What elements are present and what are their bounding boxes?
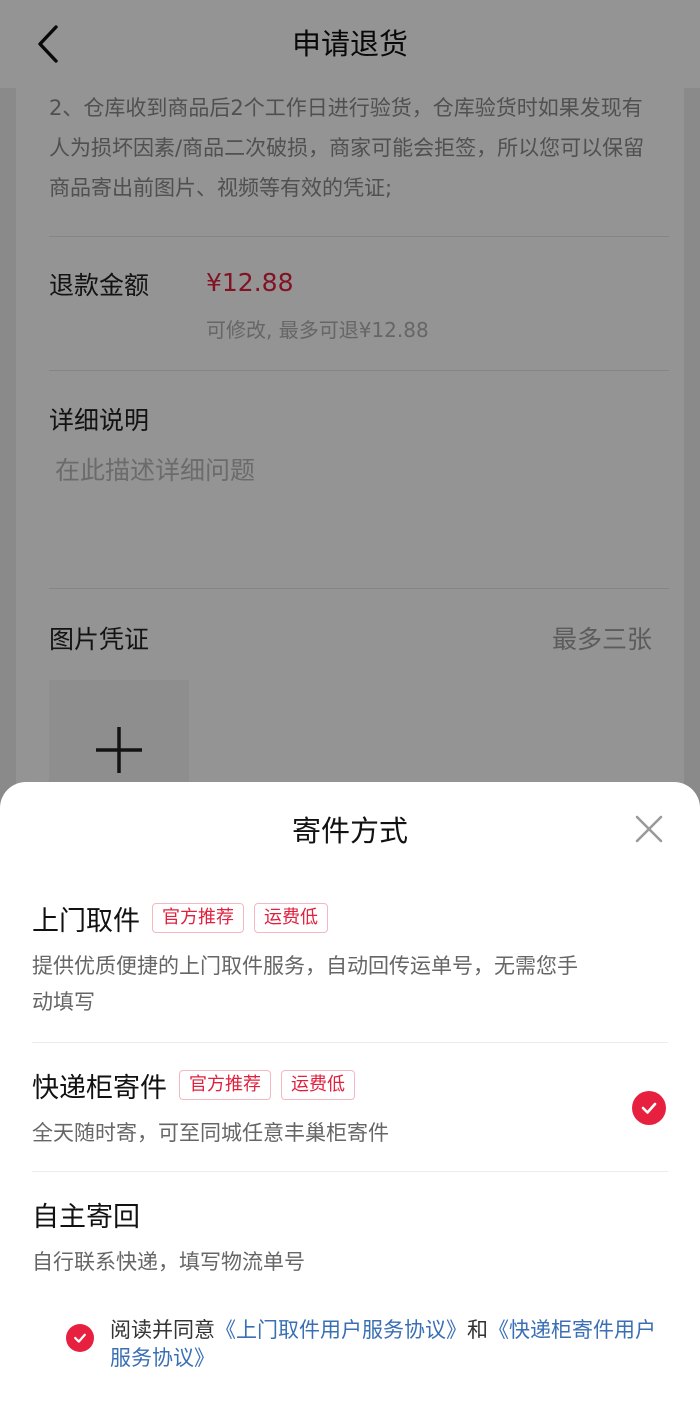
- tag-official-recommend: 官方推荐: [179, 1070, 271, 1100]
- tag-low-shipping-fee: 运费低: [254, 903, 328, 933]
- selected-check-icon[interactable]: [632, 1091, 666, 1125]
- option-name: 上门取件: [32, 905, 140, 937]
- tag-official-recommend: 官方推荐: [152, 903, 244, 933]
- agreement-checkbox-icon[interactable]: [66, 1324, 94, 1352]
- agreement-text: 阅读并同意《上门取件用户服务协议》和《快递柜寄件用户服务协议》: [110, 1316, 664, 1372]
- pickup-agreement-link[interactable]: 《上门取件用户服务协议》: [215, 1318, 467, 1342]
- option-self-return[interactable]: 自主寄回 自行联系快递，填写物流单号: [32, 1196, 668, 1280]
- option-door-pickup[interactable]: 上门取件 官方推荐 运费低 提供优质便捷的上门取件服务，自动回传运单号，无需您手…: [32, 900, 668, 1020]
- shipping-method-sheet: 寄件方式 上门取件 官方推荐 运费低 提供优质便捷的上门取件服务，自动回传运单号…: [0, 782, 700, 1408]
- option-locker-shipping[interactable]: 快递柜寄件 官方推荐 运费低 全天随时寄，可至同城任意丰巢柜寄件: [32, 1067, 668, 1151]
- close-icon: [635, 815, 663, 843]
- close-button[interactable]: [632, 812, 666, 846]
- sheet-title: 寄件方式: [291, 814, 408, 848]
- agreement-and: 和: [467, 1318, 488, 1342]
- option-description: 全天随时寄，可至同城任意丰巢柜寄件: [32, 1121, 389, 1145]
- option-name: 快递柜寄件: [32, 1072, 167, 1104]
- agreement-row: 阅读并同意《上门取件用户服务协议》和《快递柜寄件用户服务协议》: [64, 1316, 664, 1372]
- divider: [32, 1171, 668, 1172]
- tag-low-shipping-fee: 运费低: [281, 1070, 355, 1100]
- divider: [32, 1042, 668, 1043]
- agreement-prefix: 阅读并同意: [110, 1318, 215, 1342]
- option-name: 自主寄回: [32, 1201, 140, 1233]
- option-description: 自行联系快递，填写物流单号: [32, 1250, 305, 1274]
- option-description: 提供优质便捷的上门取件服务，自动回传运单号，无需您手动填写: [32, 954, 578, 1014]
